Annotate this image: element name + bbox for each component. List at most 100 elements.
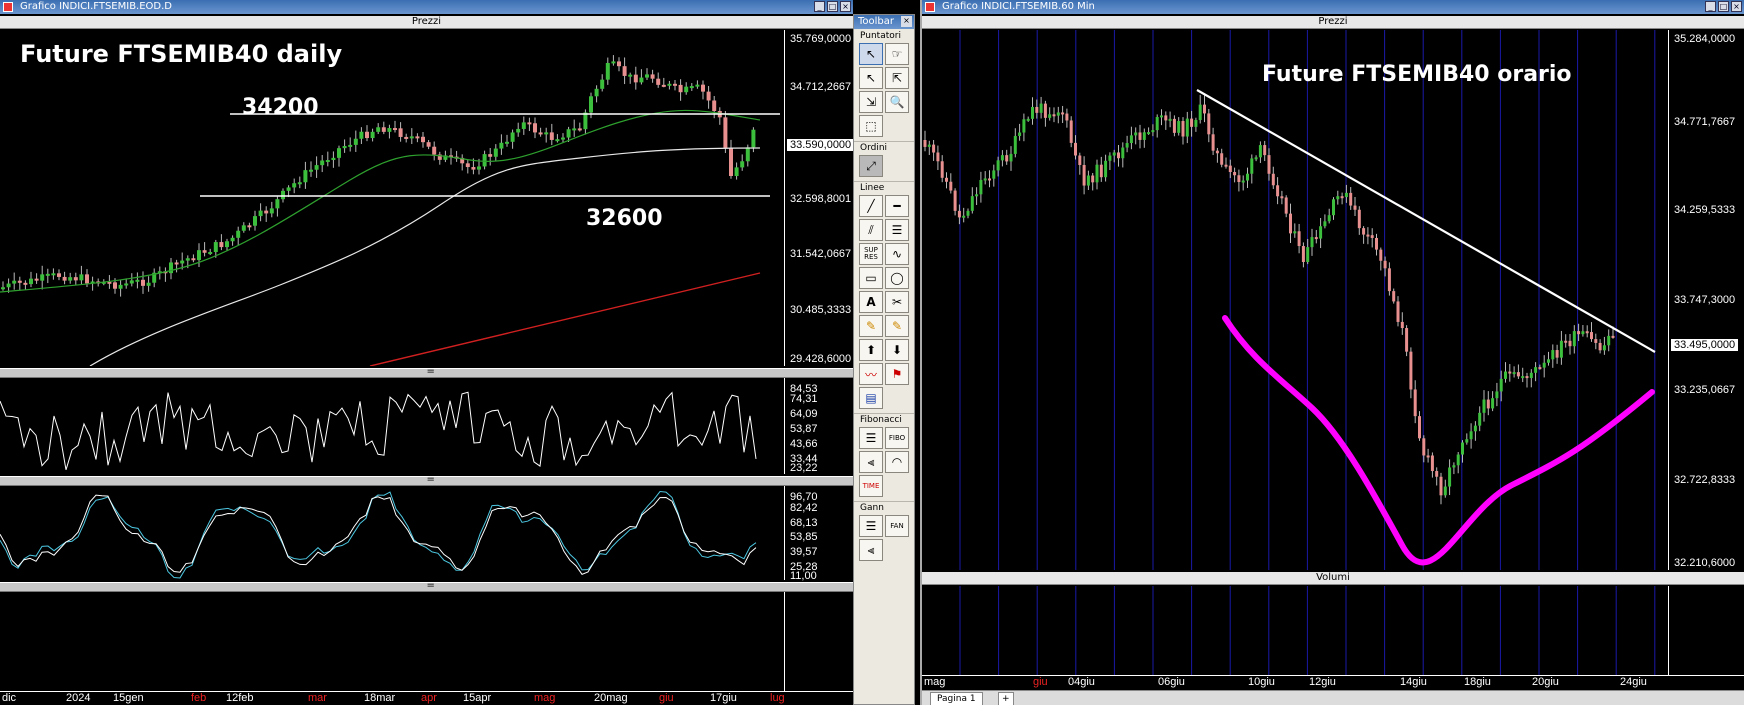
volume-pane[interactable]: [922, 586, 1668, 675]
selection-box-icon[interactable]: ⬚: [859, 115, 883, 137]
daily-chart-annotation-title: Future FTSEMIB40 daily: [20, 40, 343, 68]
fibo-text: FIBO: [888, 434, 906, 442]
candle-body: [12, 280, 17, 284]
gann-angle-icon[interactable]: ⫷: [859, 539, 883, 561]
stochastic-tick: 39,57: [790, 546, 818, 558]
candle-body: [628, 74, 633, 77]
hourly-price-chart[interactable]: [922, 30, 1668, 570]
fibonacci-retracement-icon[interactable]: ☰: [859, 427, 883, 449]
fibonacci-arc-icon[interactable]: ◠: [885, 451, 909, 473]
pointer-arrow-icon[interactable]: ↖: [859, 43, 883, 65]
date-label: feb: [191, 692, 207, 704]
maximize-button[interactable]: □: [1718, 1, 1729, 12]
pointer-move-icon[interactable]: ⇲: [859, 91, 883, 113]
flag-icon[interactable]: ▤: [859, 387, 883, 409]
candle-body: [1155, 117, 1159, 131]
fibonacci-extension-icon[interactable]: FIBO: [885, 427, 909, 449]
candle-body: [337, 148, 341, 158]
toolbar-group-label: Gann: [854, 501, 914, 514]
rectangle-icon[interactable]: ▭: [859, 267, 883, 289]
zoom-icon[interactable]: 🔍: [885, 91, 909, 113]
stochastic-tick: 11,00: [790, 570, 817, 582]
pane-splitter[interactable]: =: [0, 580, 853, 592]
candle-body: [1529, 372, 1533, 379]
candle-body: [225, 241, 229, 248]
candle-body: [1035, 106, 1039, 113]
daily-chart-titlebar[interactable]: Grafico INDICI.FTSEMIB.EOD.D _ □ ×: [0, 0, 853, 14]
support-resistance-icon[interactable]: SUP RES: [859, 243, 883, 265]
candle-body: [1379, 249, 1383, 261]
candle-body: [1375, 237, 1378, 250]
candle-body: [45, 273, 50, 276]
order-icon[interactable]: ⤢: [859, 155, 883, 177]
page-tab[interactable]: Pagina 1: [930, 692, 983, 705]
candle-body: [141, 279, 145, 286]
signal-icon[interactable]: ⚑: [885, 363, 909, 385]
hourly-chart-window[interactable]: Grafico INDICI.FTSEMIB.60 Min _ □ × Prez…: [920, 0, 1744, 705]
stochastic-indicator-pane[interactable]: [0, 486, 784, 580]
arrow-up-icon[interactable]: ⬆: [859, 339, 883, 361]
pane-splitter[interactable]: =: [0, 474, 853, 486]
candle-body: [1370, 235, 1374, 238]
pane-splitter[interactable]: =: [0, 366, 853, 378]
add-page-icon[interactable]: +: [998, 692, 1014, 705]
minimize-button[interactable]: _: [1705, 1, 1716, 12]
candle-body: [953, 190, 957, 211]
candle-body: [85, 274, 89, 284]
gann-fan-icon[interactable]: FAN: [885, 515, 909, 537]
hourly-price-tick: 34.771,7667: [1674, 116, 1736, 128]
close-button[interactable]: ×: [840, 1, 851, 12]
close-button[interactable]: ×: [1731, 1, 1742, 12]
arrow-down-icon[interactable]: ⬇: [885, 339, 909, 361]
candle-body: [1091, 175, 1095, 183]
candle-body: [701, 84, 705, 92]
magenta-hand-drawn-curve: [1222, 315, 1655, 566]
candle-body: [1448, 467, 1452, 487]
candle-body: [1340, 196, 1344, 199]
daily-price-chart[interactable]: [0, 30, 790, 366]
cut-tool-icon[interactable]: ✂: [885, 291, 909, 313]
candle-body: [1551, 350, 1555, 360]
fibonacci-fan-icon[interactable]: ⫷: [859, 451, 883, 473]
candle-body: [510, 132, 515, 142]
hourly-chart-titlebar[interactable]: Grafico INDICI.FTSEMIB.60 Min _ □ ×: [922, 0, 1744, 14]
daily-price-tick: 35.769,0000: [790, 33, 852, 45]
hourly-price-tick: 35.284,0000: [1674, 33, 1736, 45]
candle-body: [962, 215, 966, 218]
text-tool-icon[interactable]: A: [859, 291, 883, 313]
candle-body: [936, 152, 940, 162]
horizontal-line-icon[interactable]: ━: [885, 195, 909, 217]
candle-body: [549, 132, 554, 140]
pointer-hand-icon[interactable]: ☞: [885, 43, 909, 65]
minimize-button[interactable]: _: [814, 1, 825, 12]
pencil-icon[interactable]: ✎: [859, 315, 883, 337]
candle-body: [734, 167, 739, 177]
daily-chart-window[interactable]: Grafico INDICI.FTSEMIB.EOD.D _ □ × Prezz…: [0, 0, 853, 705]
toolbar-titlebar[interactable]: Toolbar ×: [854, 15, 914, 29]
candle-body: [482, 154, 487, 167]
candle-body: [1190, 118, 1194, 127]
highlighter-icon[interactable]: ✎: [885, 315, 909, 337]
toolbar-close-button[interactable]: ×: [901, 16, 912, 27]
parallel-lines-icon[interactable]: ⫽: [859, 219, 883, 241]
pointer-crosshair-icon[interactable]: ⇱: [885, 67, 909, 89]
ellipse-icon[interactable]: ◯: [885, 267, 909, 289]
channel-icon[interactable]: ☰: [885, 219, 909, 241]
maximize-button[interactable]: □: [827, 1, 838, 12]
drawing-toolbar[interactable]: Toolbar × Puntatori ↖ ☞ ↖ ⇱ ⇲ 🔍 ⬚ Ordini…: [853, 14, 915, 705]
rsi-indicator-pane[interactable]: [0, 378, 784, 474]
candle-body: [1461, 442, 1464, 455]
candle-body: [949, 181, 953, 191]
candle-body: [1172, 118, 1176, 133]
candle-body: [1297, 231, 1301, 247]
polyline-icon[interactable]: ∿: [885, 243, 909, 265]
fibonacci-time-icon[interactable]: TIME: [859, 475, 883, 497]
candle-body: [1504, 371, 1507, 379]
pointer-select-icon[interactable]: ↖: [859, 67, 883, 89]
candle-body: [275, 199, 280, 209]
candle-body: [1293, 231, 1297, 234]
wave-icon[interactable]: 〰: [859, 363, 883, 385]
candle-body: [1353, 205, 1357, 210]
trendline-icon[interactable]: ╱: [859, 195, 883, 217]
gann-grid-icon[interactable]: ☰: [859, 515, 883, 537]
